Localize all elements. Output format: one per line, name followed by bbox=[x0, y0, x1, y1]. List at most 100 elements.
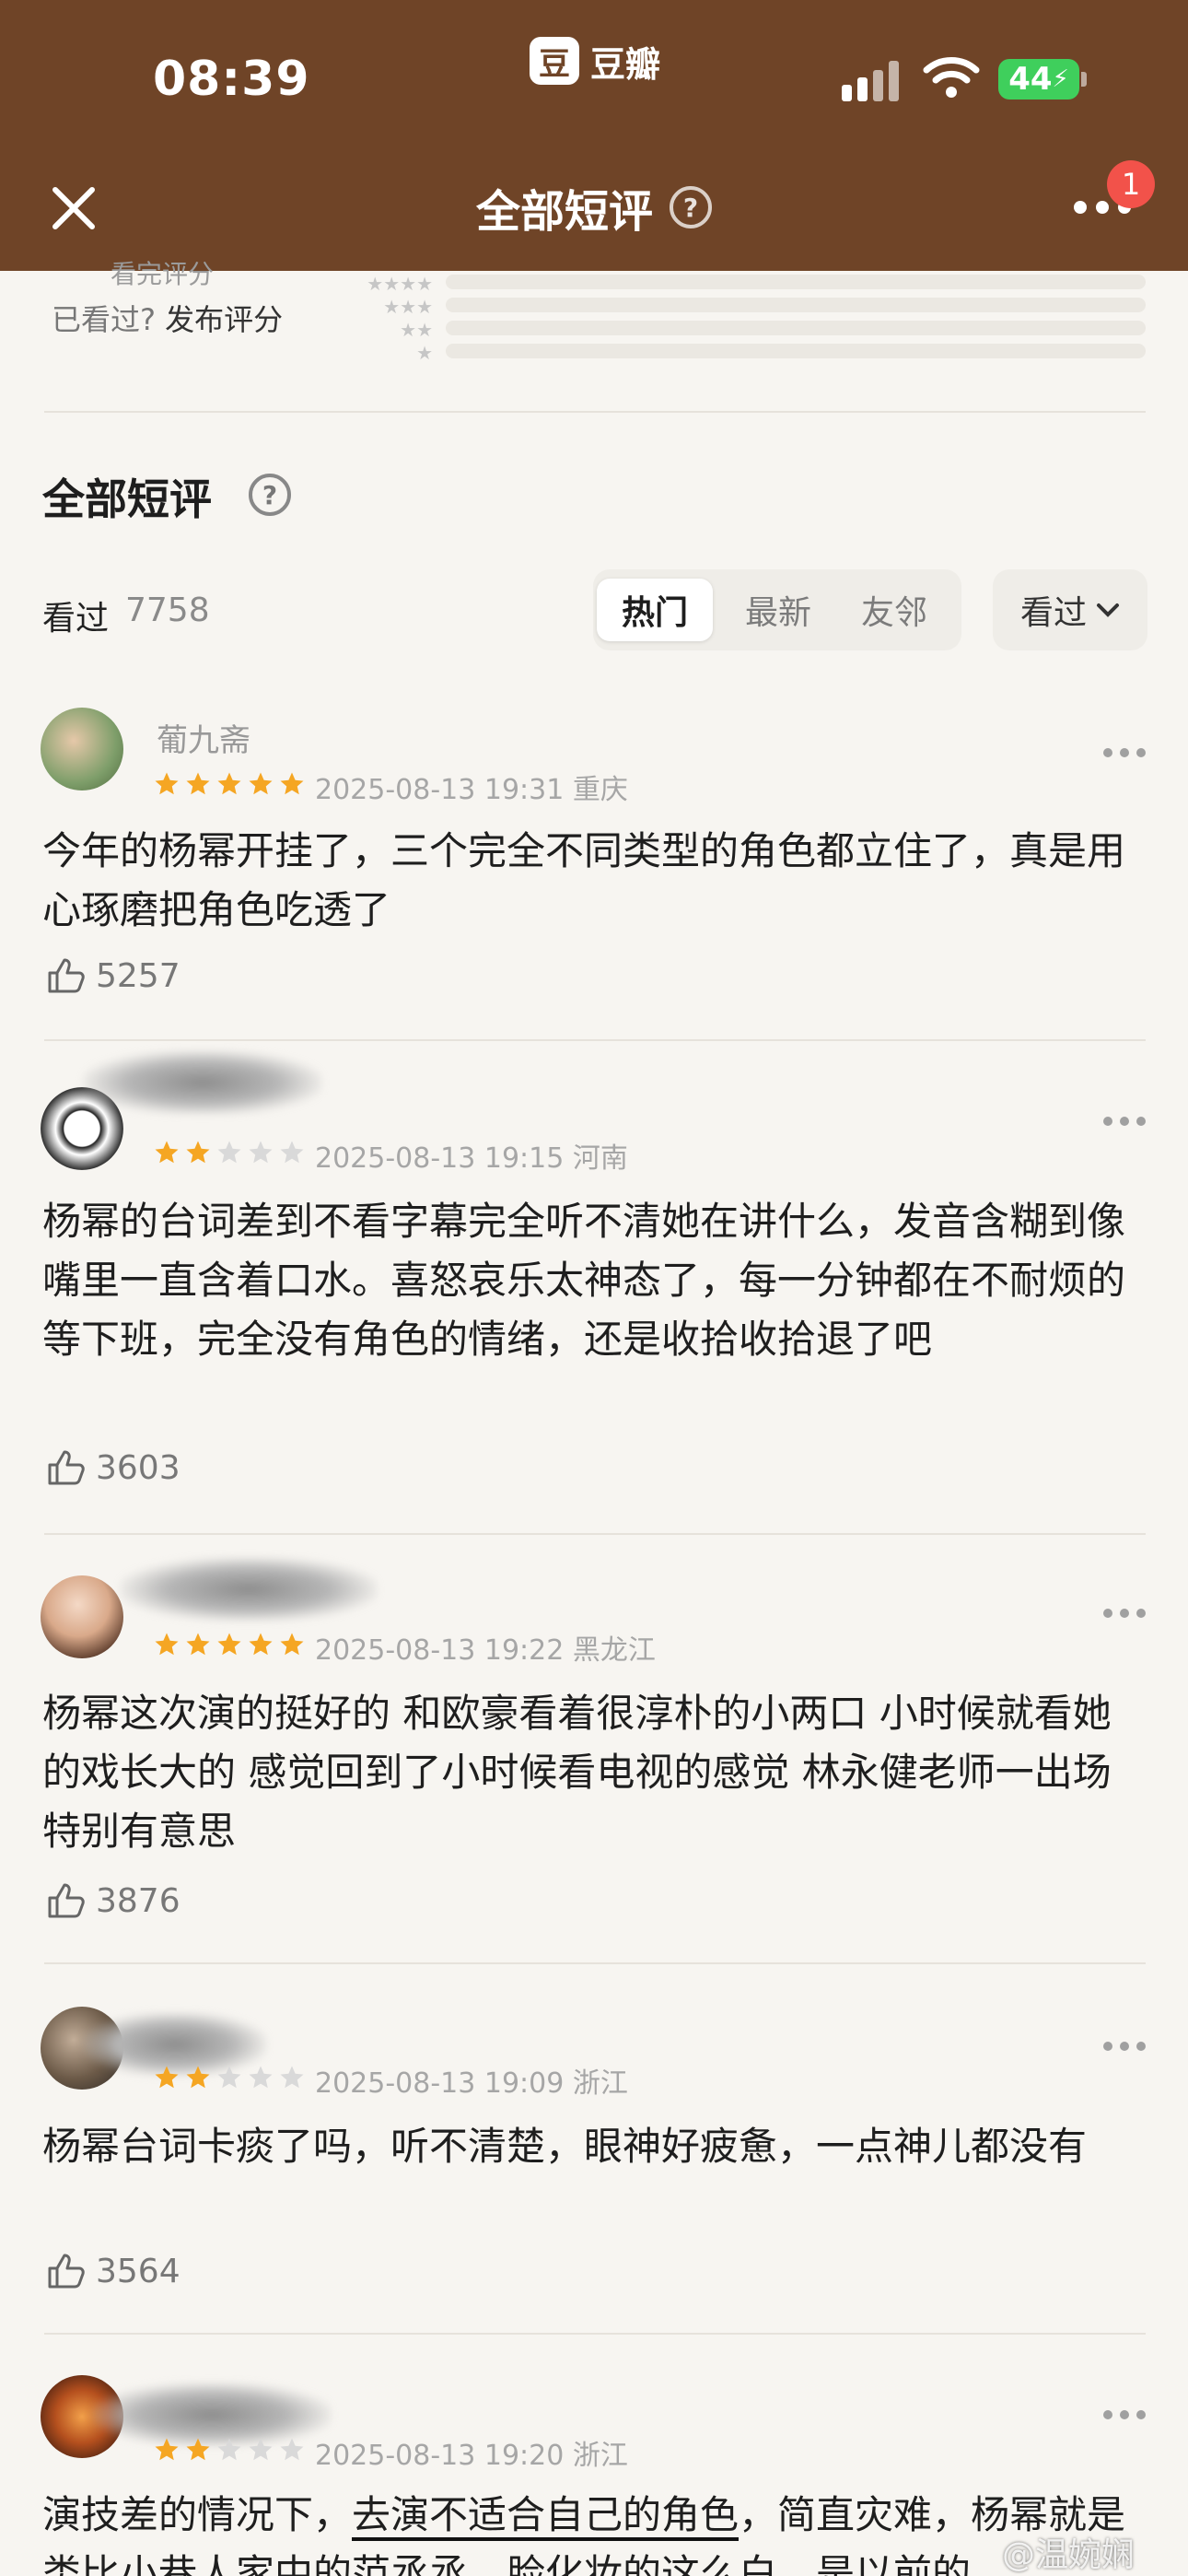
star-icon bbox=[249, 2066, 273, 2089]
review-divider bbox=[44, 1533, 1146, 1535]
star-icon bbox=[217, 2066, 241, 2089]
rating-partial-label: 看完评分 bbox=[111, 259, 215, 289]
star-icon bbox=[217, 2438, 241, 2461]
notification-badge: 1 bbox=[1107, 160, 1155, 208]
star-rating bbox=[153, 770, 306, 798]
douban-logo-icon: 豆 bbox=[530, 37, 579, 85]
review-text: 杨幂台词卡痰了吗，听不清楚，眼神好疲惫，一点神儿都没有 bbox=[42, 2124, 1088, 2169]
star-icon bbox=[155, 2438, 179, 2461]
review-divider bbox=[44, 1039, 1146, 1041]
review-text-part: 演技差的情况下， bbox=[42, 2492, 353, 2537]
blurred-username bbox=[120, 1557, 378, 1622]
cellular-signal-icon bbox=[842, 61, 901, 101]
review-text: 杨幂的台词差到不看字幕完全听不清她在讲什么，发音含糊到像嘴里一直含着口水。喜怒哀… bbox=[42, 1199, 1126, 1362]
avatar[interactable] bbox=[41, 708, 123, 790]
review-text: 今年的杨幂开挂了，三个完全不同类型的角色都立住了，真是用心琢磨把角色吃透了 bbox=[42, 828, 1126, 932]
review-date: 2025-08-13 19:15 bbox=[315, 1142, 565, 1175]
reviewer-name[interactable]: 葡九斋 bbox=[157, 715, 250, 760]
review-location: 重庆 bbox=[572, 774, 628, 806]
review-location: 黑龙江 bbox=[572, 1634, 656, 1667]
review-meta: 2025-08-13 19:09 浙江 bbox=[315, 2060, 628, 2101]
star-icon bbox=[155, 1141, 179, 1164]
star-icon bbox=[155, 1633, 179, 1656]
like-button[interactable]: 3564 bbox=[44, 2250, 181, 2292]
app-badge[interactable]: 豆 豆瓣 bbox=[530, 35, 660, 87]
review-date: 2025-08-13 19:31 bbox=[315, 774, 565, 806]
review-date: 2025-08-13 19:09 bbox=[315, 2067, 565, 2100]
star-icon bbox=[249, 772, 273, 795]
tab-friends[interactable]: 友邻 bbox=[836, 579, 952, 641]
battery-indicator: 44 ⚡ bbox=[998, 59, 1079, 100]
star-icon bbox=[217, 1141, 241, 1164]
section-help-icon[interactable]: ? bbox=[249, 474, 291, 516]
review-location: 河南 bbox=[572, 1142, 628, 1175]
star-icon bbox=[186, 1633, 210, 1656]
section-title: 全部短评 bbox=[42, 474, 212, 524]
section-divider bbox=[44, 411, 1146, 413]
star-icon bbox=[280, 772, 304, 795]
battery-level: 44 bbox=[1008, 61, 1053, 98]
star-icon bbox=[186, 1141, 210, 1164]
page-title: 全部短评 bbox=[475, 186, 653, 238]
like-button[interactable]: 5257 bbox=[44, 954, 181, 997]
review-meta: 2025-08-13 19:31 重庆 bbox=[315, 767, 628, 807]
top-bar: 08:39 豆 豆瓣 44 ⚡ 全部短评 ? 1 bbox=[0, 0, 1188, 271]
status-time: 08:39 bbox=[153, 52, 310, 107]
thumb-up-icon bbox=[48, 2254, 85, 2289]
rating-distribution-stars: ★★★★ ★★★ ★★ ★ bbox=[367, 273, 433, 364]
star-icon bbox=[280, 2066, 304, 2089]
blurred-username bbox=[83, 1050, 322, 1115]
rate-prompt: 已看过? bbox=[52, 302, 156, 337]
title-bar: 全部短评 ? bbox=[0, 175, 1188, 240]
star-icon bbox=[280, 2438, 304, 2461]
star-icon bbox=[280, 1141, 304, 1164]
tab-hot[interactable]: 热门 bbox=[597, 579, 713, 641]
like-count: 3603 bbox=[96, 1448, 181, 1487]
app-badge-name: 豆瓣 bbox=[590, 43, 661, 85]
star-rating bbox=[153, 2064, 306, 2091]
filter-dropdown[interactable]: 看过 bbox=[993, 569, 1147, 650]
star-icon bbox=[217, 772, 241, 795]
star-icon bbox=[186, 2438, 210, 2461]
chevron-down-icon bbox=[1097, 603, 1119, 617]
star-icon bbox=[186, 772, 210, 795]
seen-count: 7758 bbox=[125, 591, 210, 629]
thumb-up-icon bbox=[48, 1450, 85, 1485]
review-more-icon[interactable] bbox=[1103, 2410, 1146, 2419]
star-rating bbox=[153, 1631, 306, 1658]
review-more-icon[interactable] bbox=[1103, 1609, 1146, 1618]
star-rating bbox=[153, 2436, 306, 2464]
review-location: 浙江 bbox=[572, 2067, 628, 2100]
help-icon[interactable]: ? bbox=[670, 186, 712, 228]
review-more-icon[interactable] bbox=[1103, 2042, 1146, 2051]
star-icon bbox=[280, 1633, 304, 1656]
star-icon bbox=[155, 772, 179, 795]
review-divider bbox=[44, 1962, 1146, 1964]
avatar[interactable] bbox=[41, 1575, 123, 1658]
like-count: 5257 bbox=[96, 956, 181, 995]
review-more-icon[interactable] bbox=[1103, 748, 1146, 757]
review-more-icon[interactable] bbox=[1103, 1117, 1146, 1126]
watermark: @温婉娴 bbox=[1002, 2536, 1136, 2574]
like-count: 3876 bbox=[96, 1881, 181, 1920]
rate-prompt-row: 已看过? 发布评分 bbox=[52, 297, 283, 339]
sort-tabs: 热门 最新 友邻 bbox=[593, 569, 961, 650]
publish-rating-link[interactable]: 发布评分 bbox=[165, 302, 283, 337]
thumb-up-icon bbox=[48, 1883, 85, 1918]
review-divider bbox=[44, 2333, 1146, 2335]
like-button[interactable]: 3603 bbox=[44, 1446, 181, 1489]
review-meta: 2025-08-13 19:20 浙江 bbox=[315, 2432, 628, 2473]
filter-label: 看过 bbox=[1019, 594, 1087, 632]
review-text: 杨幂这次演的挺好的 和欧豪看着很淳朴的小两口 小时候就看她的戏长大的 感觉回到了… bbox=[42, 1691, 1112, 1854]
review-text-underlined: 去演不适合自己的角色 bbox=[352, 2492, 740, 2541]
thumb-up-icon bbox=[48, 958, 85, 993]
star-icon bbox=[249, 1141, 273, 1164]
star-icon bbox=[249, 2438, 273, 2461]
review-date: 2025-08-13 19:22 bbox=[315, 1634, 565, 1667]
like-count: 3564 bbox=[96, 2252, 181, 2290]
review-meta: 2025-08-13 19:22 黑龙江 bbox=[315, 1627, 656, 1668]
star-icon bbox=[217, 1633, 241, 1656]
wifi-icon bbox=[923, 57, 980, 98]
tab-latest[interactable]: 最新 bbox=[720, 579, 836, 641]
like-button[interactable]: 3876 bbox=[44, 1879, 181, 1922]
